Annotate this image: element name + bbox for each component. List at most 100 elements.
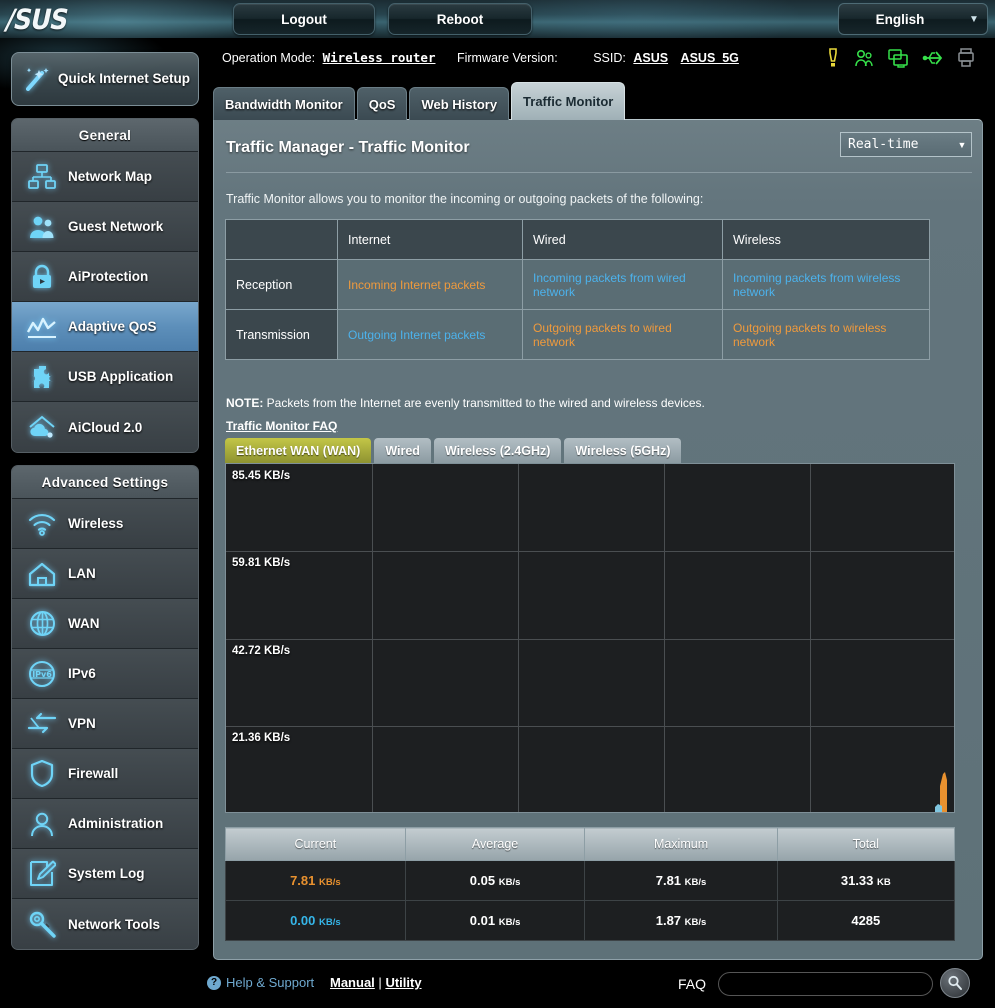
sidebar-item-label: Guest Network xyxy=(68,219,164,234)
sidebar-group-general-title: General xyxy=(12,119,198,152)
sidebar-item-label: VPN xyxy=(68,716,96,731)
header-divider xyxy=(226,172,972,173)
iftab-ethernet-wan[interactable]: Ethernet WAN (WAN) xyxy=(225,438,372,463)
faq-search-input[interactable] xyxy=(718,972,933,996)
chart-gridline-h xyxy=(226,551,954,552)
guest-network-icon[interactable] xyxy=(854,48,874,73)
svg-text:IPv6: IPv6 xyxy=(32,670,52,679)
panel-description: Traffic Monitor allows you to monitor th… xyxy=(226,192,704,206)
chart-ytick-label: 85.45 KB/s xyxy=(232,470,291,482)
sidebar-group-advanced: Advanced Settings Wireless LAN WAN IPv6 … xyxy=(11,465,199,950)
faq-search-button[interactable] xyxy=(940,968,970,998)
sidebar-item-network-tools[interactable]: Network Tools xyxy=(12,899,198,949)
unit: KB/s xyxy=(498,877,521,888)
sidebar-item-label: AiProtection xyxy=(68,269,149,284)
traffic-chart[interactable]: 85.45 KB/s 59.81 KB/s 42.72 KB/s 21.36 K… xyxy=(225,463,955,813)
user-icon xyxy=(26,808,58,840)
sidebar-item-system-log[interactable]: System Log xyxy=(12,849,198,899)
chart-series-area xyxy=(935,772,947,812)
cell-transmission-average: 0.01 KB/s xyxy=(404,900,586,941)
unit: KB xyxy=(877,877,891,888)
chart-ytick-label: 59.81 KB/s xyxy=(232,557,291,569)
sidebar-item-administration[interactable]: Administration xyxy=(12,799,198,849)
sidebar-item-network-map[interactable]: Network Map xyxy=(12,152,198,202)
sidebar-item-aicloud[interactable]: AiCloud 2.0 xyxy=(12,402,198,452)
cell-reception-total: 31.33 KB xyxy=(776,860,956,901)
tab-web-history[interactable]: Web History xyxy=(409,87,510,120)
tab-qos[interactable]: QoS xyxy=(356,87,408,120)
tab-traffic-monitor[interactable]: Traffic Monitor xyxy=(511,82,626,120)
logout-button[interactable]: Logout xyxy=(233,3,375,35)
sidebar-item-label: Adaptive QoS xyxy=(68,319,157,334)
reboot-button[interactable]: Reboot xyxy=(388,3,532,35)
guest-network-icon xyxy=(26,211,58,243)
sidebar-item-aiprotection[interactable]: AiProtection xyxy=(12,252,198,302)
traffic-monitor-faq-link[interactable]: Traffic Monitor FAQ xyxy=(226,419,337,433)
printer-icon[interactable] xyxy=(958,48,974,73)
th-average: Average xyxy=(404,827,586,861)
sidebar-item-wan[interactable]: WAN xyxy=(12,599,198,649)
tab-bandwidth-monitor[interactable]: Bandwidth Monitor xyxy=(213,87,355,120)
footer: ? Help & Support Manual | Utility FAQ xyxy=(0,960,995,1008)
chart-gridline-v xyxy=(810,464,811,812)
value: 0.00 xyxy=(290,913,316,928)
help-support-link[interactable]: ? Help & Support xyxy=(207,975,314,990)
stats-row-reception: 7.81 KB/s 0.05 KB/s 7.81 KB/s 31.33 KB xyxy=(225,860,956,901)
lock-icon xyxy=(26,261,58,293)
links-separator: | xyxy=(378,975,382,990)
chart-gridline-v xyxy=(664,464,665,812)
sidebar-item-label: Wireless xyxy=(68,516,124,531)
manual-link[interactable]: Manual xyxy=(330,975,375,990)
unit: KB/s xyxy=(684,877,707,888)
quick-internet-setup-button[interactable]: Quick Internet Setup xyxy=(11,52,199,106)
iftab-wired[interactable]: Wired xyxy=(374,438,431,463)
sidebar-item-lan[interactable]: LAN xyxy=(12,549,198,599)
cell-reception-average: 0.05 KB/s xyxy=(404,860,586,901)
interface-tabs: Ethernet WAN (WAN) Wired Wireless (2.4GH… xyxy=(225,438,684,463)
sidebar-item-ipv6[interactable]: IPv6 IPv6 xyxy=(12,649,198,699)
monitor-mode-select[interactable]: Real-time ▼ xyxy=(840,132,972,157)
traffic-stats-table: Current Average Maximum Total 7.81 KB/s … xyxy=(225,827,956,941)
clients-icon[interactable] xyxy=(888,48,908,73)
value: 4285 xyxy=(851,913,881,928)
cell-reception-internet: Incoming Internet packets xyxy=(337,259,523,310)
th-wireless: Wireless xyxy=(722,219,930,260)
network-map-icon xyxy=(26,161,58,193)
ssid-2g-value[interactable]: ASUS xyxy=(633,51,668,65)
sidebar-item-usb-application[interactable]: USB Application xyxy=(12,352,198,402)
th-current: Current xyxy=(225,827,406,861)
iftab-wireless-5[interactable]: Wireless (5GHz) xyxy=(564,438,682,463)
chart-ytick-label: 42.72 KB/s xyxy=(232,645,291,657)
sidebar-item-label: AiCloud 2.0 xyxy=(68,419,143,435)
ipv6-globe-icon: IPv6 xyxy=(26,658,58,690)
utility-link[interactable]: Utility xyxy=(385,975,421,990)
value: 31.33 xyxy=(840,873,874,888)
sidebar-item-label: Network Tools xyxy=(68,916,161,932)
puzzle-icon xyxy=(26,361,58,393)
sidebar-item-adaptive-qos[interactable]: Adaptive QoS xyxy=(12,302,198,352)
ssid-label: SSID: xyxy=(593,51,626,65)
question-mark-icon: ? xyxy=(207,975,221,990)
qos-chart-icon xyxy=(26,311,58,343)
alert-icon[interactable] xyxy=(826,48,840,73)
ssid-5g-value[interactable]: ASUS_5G xyxy=(681,51,739,65)
usb-icon[interactable] xyxy=(922,49,944,72)
language-selector-label: English xyxy=(875,11,925,27)
cell-reception-wireless: Incoming packets from wireless network xyxy=(722,259,930,310)
asus-logo-text: /SUS xyxy=(2,2,71,36)
cell-transmission-wireless: Outgoing packets to wireless network xyxy=(722,309,930,360)
router-admin-page: /SUS Logout Reboot English ▼ Operation M… xyxy=(0,0,995,1008)
search-icon xyxy=(948,975,962,990)
language-selector[interactable]: English ▼ xyxy=(838,3,988,35)
sidebar-item-wireless[interactable]: Wireless xyxy=(12,499,198,549)
sidebar-item-vpn[interactable]: VPN xyxy=(12,699,198,749)
traffic-definition-table: Internet Wired Wireless Reception Incomi… xyxy=(225,219,930,360)
th-wired: Wired xyxy=(522,219,723,260)
chart-gridline-h xyxy=(226,639,954,640)
sidebar-item-firewall[interactable]: Firewall xyxy=(12,749,198,799)
iftab-wireless-24[interactable]: Wireless (2.4GHz) xyxy=(433,438,562,463)
unit: KB/s xyxy=(498,917,521,928)
operation-mode-value[interactable]: Wireless router xyxy=(323,50,436,65)
note-prefix: NOTE: xyxy=(226,396,264,410)
sidebar-item-guest-network[interactable]: Guest Network xyxy=(12,202,198,252)
